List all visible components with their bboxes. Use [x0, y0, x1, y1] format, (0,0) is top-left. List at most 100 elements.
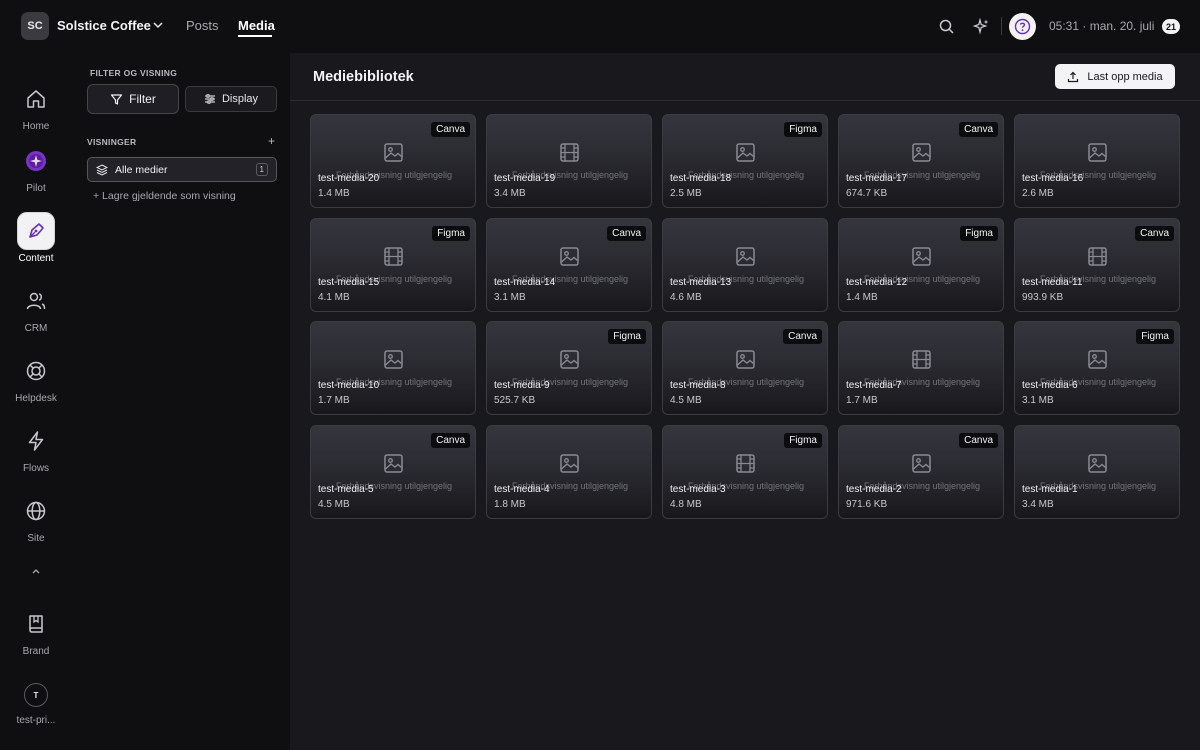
notification-badge[interactable]: 21 [1162, 19, 1180, 34]
media-card[interactable]: Forhåndsvisning utilgjengelig test-media-… [310, 114, 476, 208]
media-card[interactable]: Forhåndsvisning utilgjengelig test-media-… [486, 424, 652, 519]
add-view-button[interactable]: + [268, 134, 275, 148]
active-nav-indicator [238, 35, 272, 37]
rail-item-pilot[interactable]: Pilot [0, 142, 72, 194]
rail-label-content: Content [18, 253, 54, 264]
image-icon [735, 142, 756, 163]
rail-label-flows: Flows [22, 463, 50, 474]
search-icon[interactable] [938, 18, 955, 35]
media-card[interactable]: Forhåndsvisning utilgjengelig test-media-… [1014, 217, 1180, 312]
media-name: test-media-10 [318, 380, 380, 391]
display-button[interactable]: Display [185, 86, 277, 112]
upload-media-button[interactable]: Last opp media [1055, 64, 1175, 89]
media-size: 2.5 MB [670, 188, 702, 199]
save-view-link[interactable]: + Lagre gjeldende som visning [93, 190, 236, 202]
media-name: test-media-15 [318, 276, 380, 288]
media-card[interactable]: Forhåndsvisning utilgjengelig test-media-… [838, 321, 1004, 415]
media-card[interactable]: Forhåndsvisning utilgjengelig test-media-… [662, 424, 828, 519]
rail-item-site[interactable]: Site [0, 492, 72, 544]
media-card[interactable]: Forhåndsvisning utilgjengelig test-media-… [1014, 321, 1180, 415]
image-icon [735, 246, 756, 267]
view-label: Alle medier [115, 163, 168, 176]
pilot-icon [26, 151, 46, 171]
rail-item-user[interactable]: T test-pri... [0, 683, 72, 726]
media-card[interactable]: Forhåndsvisning utilgjengelig test-media-… [486, 217, 652, 312]
image-icon [1087, 453, 1108, 474]
media-size: 1.7 MB [318, 395, 350, 406]
media-card[interactable]: Forhåndsvisning utilgjengelig test-media-… [1014, 424, 1180, 519]
source-badge: Figma [960, 225, 998, 241]
rail-label-user: test-pri... [16, 715, 56, 726]
org-name[interactable]: Solstice Coffee [57, 18, 151, 33]
media-size: 993.9 KB [1022, 291, 1064, 303]
media-card[interactable]: Forhåndsvisning utilgjengelig test-media-… [662, 321, 828, 415]
video-icon [383, 246, 404, 267]
media-name: test-media-4 [494, 483, 550, 495]
media-size: 3.4 MB [494, 188, 526, 199]
media-card[interactable]: Forhåndsvisning utilgjengelig test-media-… [1014, 114, 1180, 208]
org-avatar[interactable]: SC [21, 12, 49, 40]
left-rail: Home Pilot Content CRM Helpdesk Flows Si… [0, 53, 72, 750]
rail-label-site: Site [27, 533, 45, 544]
media-name: test-media-17 [846, 173, 908, 184]
rail-label-home: Home [22, 121, 50, 132]
media-name: test-media-18 [670, 173, 732, 184]
media-size: 1.4 MB [846, 291, 878, 303]
media-size: 4.5 MB [670, 395, 702, 406]
sparkle-icon[interactable] [973, 18, 990, 35]
rail-item-crm[interactable]: CRM [0, 282, 72, 334]
filter-button[interactable]: Filter [87, 84, 179, 114]
media-size: 1.4 MB [318, 188, 350, 199]
media-name: test-media-16 [1022, 173, 1084, 184]
chevron-up-icon [32, 569, 40, 574]
media-card[interactable]: Forhåndsvisning utilgjengelig test-media-… [310, 217, 476, 312]
media-name: test-media-14 [494, 276, 556, 288]
source-badge: Figma [784, 432, 822, 448]
source-badge: Canva [431, 432, 470, 448]
media-card[interactable]: Forhåndsvisning utilgjengelig test-media-… [662, 114, 828, 208]
video-icon [735, 453, 756, 474]
globe-icon [26, 501, 46, 521]
sliders-icon [204, 94, 215, 104]
panel-heading: FILTER OG VISNING [90, 68, 178, 78]
media-name: test-media-1 [1022, 483, 1078, 495]
media-name: test-media-5 [318, 483, 374, 495]
rail-item-helpdesk[interactable]: Helpdesk [0, 352, 72, 404]
source-badge: Canva [607, 225, 646, 241]
main-header: Mediebibliotek Last opp media [290, 53, 1200, 101]
upload-icon [1068, 71, 1079, 82]
upload-button-label: Last opp media [1087, 70, 1163, 83]
media-size: 3.1 MB [1022, 395, 1054, 406]
user-avatar: T [24, 683, 48, 707]
video-icon [1087, 246, 1108, 267]
image-icon [383, 349, 404, 370]
media-card[interactable]: Forhåndsvisning utilgjengelig test-media-… [838, 424, 1004, 519]
rail-item-brand[interactable]: Brand [0, 605, 72, 657]
source-badge: Figma [432, 225, 470, 241]
media-name: test-media-20 [318, 173, 380, 184]
chevron-down-icon[interactable] [151, 18, 165, 32]
help-button[interactable] [1009, 13, 1036, 40]
source-badge: Figma [784, 122, 822, 137]
image-icon [911, 453, 932, 474]
media-card[interactable]: Forhåndsvisning utilgjengelig test-media-… [838, 114, 1004, 208]
users-icon [26, 292, 46, 310]
rail-item-flows[interactable]: Flows [0, 422, 72, 474]
image-icon [559, 453, 580, 474]
image-icon [383, 453, 404, 474]
views-heading: VISNINGER [87, 137, 137, 147]
media-card[interactable]: Forhåndsvisning utilgjengelig test-media-… [310, 424, 476, 519]
rail-collapse-toggle[interactable] [0, 564, 72, 582]
rail-item-content[interactable]: Content [0, 212, 72, 264]
filter-icon [111, 93, 123, 105]
media-card[interactable]: Forhåndsvisning utilgjengelig test-media-… [310, 321, 476, 415]
view-item-all-media[interactable]: Alle medier 1 [87, 157, 277, 182]
pen-icon [29, 223, 44, 238]
nav-media[interactable]: Media [238, 18, 275, 33]
media-card[interactable]: Forhåndsvisning utilgjengelig test-media-… [838, 217, 1004, 312]
nav-posts[interactable]: Posts [186, 18, 219, 33]
media-card[interactable]: Forhåndsvisning utilgjengelig test-media-… [662, 217, 828, 312]
media-card[interactable]: Forhåndsvisning utilgjengelig test-media-… [486, 114, 652, 208]
media-card[interactable]: Forhåndsvisning utilgjengelig test-media-… [486, 321, 652, 415]
rail-item-home[interactable]: Home [0, 80, 72, 132]
